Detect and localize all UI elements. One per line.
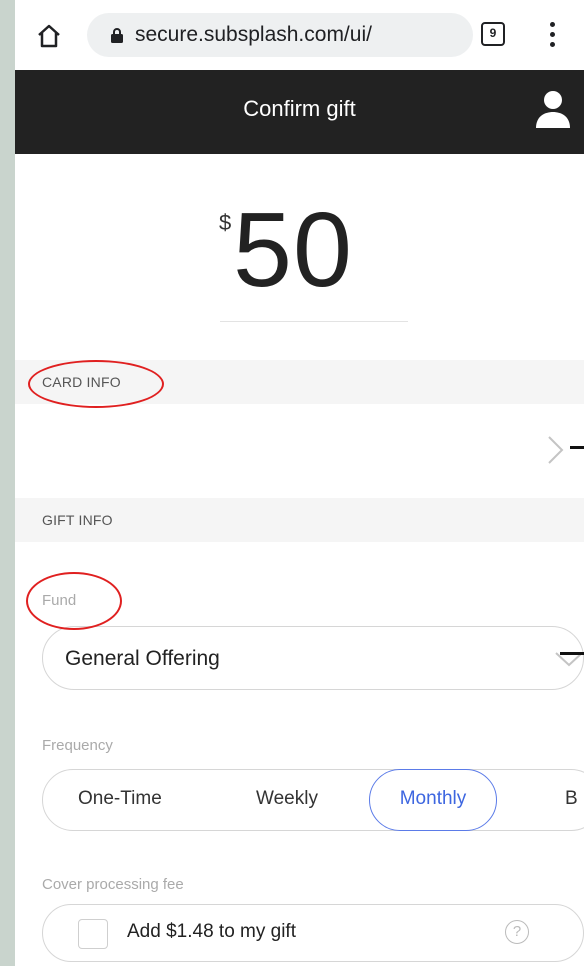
amount-underline <box>220 321 408 322</box>
processing-fee-label: Cover processing fee <box>42 876 184 893</box>
annotation-circle-card-info <box>28 360 164 408</box>
processing-fee-option[interactable]: Add $1.48 to my gift ? <box>42 904 584 962</box>
browser-toolbar: secure.subsplash.com/ui/ 9 <box>15 0 584 70</box>
fund-selected-value: General Offering <box>65 647 220 670</box>
app-header: Confirm gift <box>15 70 584 154</box>
frequency-option-biweekly[interactable]: B <box>565 788 578 810</box>
annotation-arrow-fund <box>560 652 584 655</box>
gift-amount[interactable]: $ 50 <box>215 190 425 320</box>
help-icon[interactable]: ? <box>505 920 529 944</box>
annotation-arrow-card <box>570 446 584 449</box>
browser-menu-icon[interactable] <box>550 22 556 48</box>
chevron-right-icon <box>548 436 564 464</box>
frequency-option-monthly[interactable]: Monthly <box>369 769 497 831</box>
annotation-circle-fund <box>26 572 122 630</box>
user-icon[interactable] <box>533 88 573 130</box>
fund-select[interactable]: General Offering <box>42 626 584 690</box>
page-title: Confirm gift <box>243 96 356 121</box>
frequency-selector: One-Time Weekly Monthly B <box>42 769 584 831</box>
processing-fee-checkbox[interactable] <box>78 919 108 949</box>
frequency-label: Frequency <box>42 737 113 754</box>
lock-icon <box>111 28 123 43</box>
tab-switcher-button[interactable]: 9 <box>481 22 505 46</box>
phone-screen: secure.subsplash.com/ui/ 9 Confirm gift … <box>15 0 584 966</box>
amount-value: 50 <box>233 191 353 309</box>
address-bar[interactable]: secure.subsplash.com/ui/ <box>87 13 473 57</box>
card-info-row[interactable] <box>15 404 584 496</box>
home-icon[interactable] <box>35 22 63 50</box>
frequency-option-weekly[interactable]: Weekly <box>256 788 318 810</box>
frequency-option-one-time[interactable]: One-Time <box>78 788 162 810</box>
processing-fee-text: Add $1.48 to my gift <box>127 921 296 942</box>
gift-info-label: GIFT INFO <box>42 512 113 528</box>
url-text: secure.subsplash.com/ui/ <box>135 23 372 46</box>
currency-symbol: $ <box>219 210 232 235</box>
gift-info-section-header: GIFT INFO <box>15 498 584 542</box>
